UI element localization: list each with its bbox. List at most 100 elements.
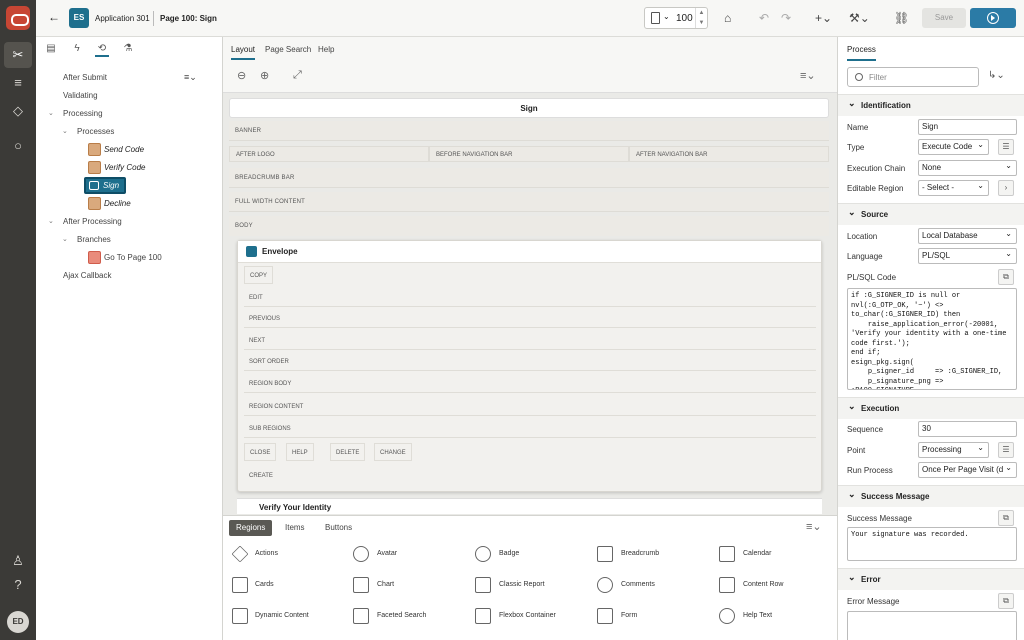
tree-node-ajax-callback[interactable]: Ajax Callback (63, 268, 111, 284)
utilities-icon[interactable]: ⚒⌄ (849, 8, 870, 28)
gallery-item-comments[interactable]: Comments (621, 577, 655, 593)
gallery-item-avatar[interactable]: Avatar (377, 546, 397, 562)
sequence-field[interactable]: 30 (918, 421, 1017, 437)
section-source[interactable]: Source (838, 201, 1024, 225)
slot-banner[interactable]: BANNER (229, 121, 829, 141)
app-badge[interactable]: ES (69, 8, 89, 28)
help-icon[interactable]: ? (4, 572, 32, 598)
type-select[interactable]: Execute Code (918, 139, 989, 155)
list-icon[interactable]: ☰ (998, 442, 1014, 458)
editable-region-select[interactable]: - Select - (918, 180, 989, 196)
code-editor-icon[interactable]: ⧉ (998, 269, 1014, 285)
code-editor-icon[interactable]: ⧉ (998, 510, 1014, 526)
chevron-down-icon[interactable]: ⌄ (663, 12, 670, 21)
language-select[interactable]: PL/SQL (918, 248, 1017, 264)
slot-breadcrumb[interactable]: BREADCRUMB BAR (229, 168, 829, 188)
tree-node-after-submit[interactable]: After Submit (63, 70, 107, 86)
slot-region-body[interactable]: REGION BODY (244, 375, 816, 393)
chevron-down-icon[interactable]: ⌄ (62, 124, 68, 140)
tab-page-search[interactable]: Page Search (265, 45, 311, 54)
expand-icon[interactable]: ⤢ (293, 69, 302, 82)
rendering-tab-icon[interactable]: ▤ (44, 43, 58, 57)
shared-components-icon[interactable]: ⛓ (894, 8, 909, 28)
slot-change[interactable]: CHANGE (374, 443, 412, 461)
tab-items[interactable]: Items (278, 520, 312, 536)
tab-layout[interactable]: Layout (231, 45, 256, 60)
location-select[interactable]: Local Database (918, 228, 1017, 244)
undo-icon[interactable]: ↶ (759, 8, 769, 28)
section-error[interactable]: Error (838, 566, 1024, 590)
region-verify-identity[interactable]: Verify Your Identity (237, 498, 822, 514)
name-field[interactable]: Sign (918, 119, 1017, 135)
slot-before-nav[interactable]: BEFORE NAVIGATION BAR (429, 146, 629, 162)
slot-previous[interactable]: PREVIOUS (244, 310, 816, 328)
chevron-right-icon[interactable]: › (998, 180, 1014, 196)
tree-node-after-processing[interactable]: After Processing (63, 214, 122, 230)
region-title[interactable]: Envelope (238, 241, 821, 263)
gallery-item-cards[interactable]: Cards (255, 577, 274, 593)
slot-sort-order[interactable]: SORT ORDER (244, 353, 816, 371)
create-menu-icon[interactable]: +⌄ (815, 8, 832, 28)
gallery-menu-icon[interactable]: ≡⌄ (806, 520, 822, 533)
page-number[interactable]: 100 (676, 13, 693, 24)
tree-node-sign[interactable]: Sign (84, 177, 126, 194)
save-button[interactable]: Save (922, 8, 966, 28)
slot-edit[interactable]: EDIT (244, 289, 816, 307)
gallery-item-badge[interactable]: Badge (499, 546, 519, 562)
avatar[interactable]: ED (7, 611, 29, 633)
slot-after-logo[interactable]: AFTER LOGO (229, 146, 429, 162)
tree-node-go-to-page[interactable]: Go To Page 100 (104, 250, 162, 266)
gallery-item-classic-report[interactable]: Classic Report (499, 577, 545, 593)
gallery-item-chart[interactable]: Chart (377, 577, 394, 593)
chain-select[interactable]: None (918, 160, 1017, 176)
filter-input[interactable]: Filter (847, 67, 979, 87)
region-envelope[interactable]: Envelope COPY EDIT PREVIOUS NEXT SORT OR… (237, 240, 822, 492)
redo-icon[interactable]: ↷ (781, 8, 791, 28)
gallery-item-help-text[interactable]: Help Text (743, 608, 772, 624)
plsql-code-editor[interactable]: if :G_SIGNER_ID is null or nvl(:G_OTP_OK… (847, 288, 1017, 390)
page-title[interactable]: Page 100: Sign (160, 14, 217, 23)
slot-copy[interactable]: COPY (244, 266, 274, 284)
lock-icon[interactable]: ⌂ (724, 8, 731, 28)
run-process-select[interactable]: Once Per Page Visit (d (918, 462, 1017, 478)
tree-node-processing[interactable]: Processing (63, 106, 103, 122)
slot-delete[interactable]: DELETE (330, 443, 366, 461)
run-button[interactable] (970, 8, 1016, 28)
tree-menu-icon[interactable]: ≡⌄ (184, 72, 197, 83)
app-name[interactable]: Application 301 (95, 14, 150, 23)
slot-create[interactable]: CREATE (244, 467, 816, 485)
slot-help[interactable]: HELP (286, 443, 314, 461)
chevron-down-icon[interactable]: ⌄ (48, 214, 54, 230)
slot-sub-regions[interactable]: SUB REGIONS (244, 420, 816, 438)
list-icon[interactable]: ☰ (998, 139, 1014, 155)
gallery-item-actions[interactable]: Actions (255, 546, 278, 562)
tree-node-send-code[interactable]: Send Code (104, 142, 144, 158)
gallery-item-flexbox[interactable]: Flexbox Container (499, 608, 556, 624)
slot-after-nav[interactable]: AFTER NAVIGATION BAR (629, 146, 829, 162)
tab-regions[interactable]: Regions (229, 520, 273, 536)
chevron-down-icon[interactable]: ⌄ (62, 232, 68, 248)
slot-close[interactable]: CLOSE (244, 443, 277, 461)
gallery-item-calendar[interactable]: Calendar (743, 546, 771, 562)
cube-icon[interactable]: ◇ (4, 98, 32, 124)
chevron-down-icon[interactable]: ⌄ (48, 106, 54, 122)
section-success-message[interactable]: Success Message (838, 483, 1024, 507)
tree-node-decline[interactable]: Decline (104, 196, 131, 212)
oracle-logo[interactable] (6, 6, 30, 30)
page-title-bar[interactable]: Sign (229, 98, 829, 118)
database-icon[interactable]: ≡ (4, 70, 32, 96)
zoom-in-icon[interactable]: ⊕ (260, 69, 269, 82)
point-select[interactable]: Processing (918, 442, 989, 458)
zoom-out-icon[interactable]: ⊖ (237, 69, 246, 82)
tree-node-processes[interactable]: Processes (77, 124, 114, 140)
tree-node-verify-code[interactable]: Verify Code (104, 160, 146, 176)
section-execution[interactable]: Execution (838, 395, 1024, 419)
slot-region-content[interactable]: REGION CONTENT (244, 398, 816, 416)
tab-help[interactable]: Help (318, 45, 334, 54)
error-message-field[interactable] (847, 611, 1017, 640)
back-arrow-icon[interactable]: ← (48, 10, 60, 24)
layout-canvas[interactable]: Sign BANNER AFTER LOGO BEFORE NAVIGATION… (227, 95, 831, 515)
gallery-item-breadcrumb[interactable]: Breadcrumb (621, 546, 659, 562)
section-identification[interactable]: Identification (838, 92, 1024, 116)
page-number-stepper[interactable]: ⌄ 100 ▲ ▼ (644, 7, 708, 29)
